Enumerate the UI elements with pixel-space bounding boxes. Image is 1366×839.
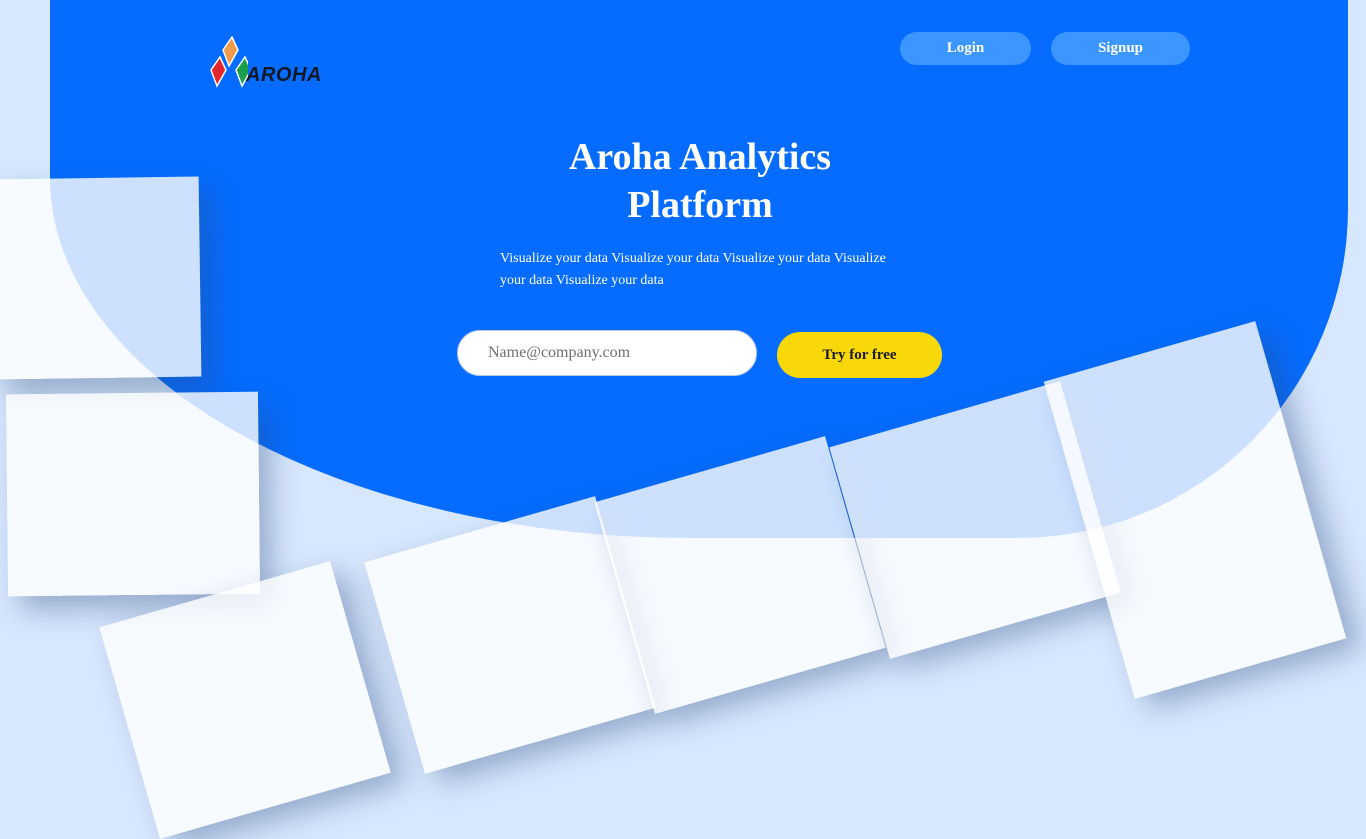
brand-wordmark: AROHA xyxy=(246,64,322,86)
aroha-logo-icon xyxy=(210,35,252,88)
login-button[interactable]: Login xyxy=(900,32,1031,65)
try-for-free-button[interactable]: Try for free xyxy=(777,332,942,378)
decor-tile xyxy=(99,561,391,839)
brand-logo[interactable]: AROHA xyxy=(208,35,333,90)
email-input[interactable] xyxy=(457,330,757,376)
decor-tile xyxy=(5,391,261,597)
page-title: Aroha Analytics Platform xyxy=(450,133,950,229)
decor-tile xyxy=(0,176,202,380)
signup-button[interactable]: Signup xyxy=(1051,32,1190,65)
hero-description: Visualize your data Visualize your data … xyxy=(500,251,886,288)
title-line-1: Aroha Analytics xyxy=(568,136,832,178)
title-line-2: Platform xyxy=(627,184,773,226)
